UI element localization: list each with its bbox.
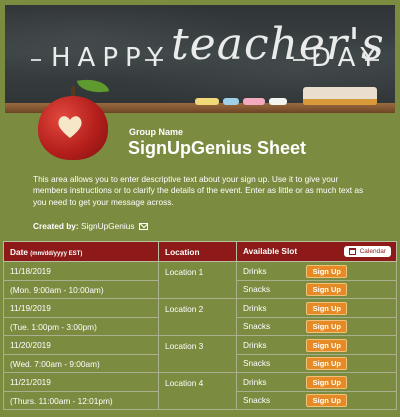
slot-cell: Drinks Sign Up bbox=[236, 372, 397, 392]
date-cell: 11/21/2019 bbox=[3, 372, 159, 392]
chalk-yellow bbox=[195, 98, 219, 105]
slot-name: Snacks bbox=[243, 358, 271, 368]
header-date-label: Date bbox=[10, 246, 28, 257]
header-slot: Available Slot Calendar bbox=[236, 241, 397, 262]
signup-button[interactable]: Sign Up bbox=[306, 264, 348, 278]
table-header-row: Date (mm/dd/yyyy EST) Location Available… bbox=[3, 241, 397, 262]
table-row: 11/21/2019 Location 4 Drinks Sign Up bbox=[3, 372, 397, 410]
heart-icon bbox=[58, 116, 82, 138]
group-name: Group Name bbox=[129, 127, 184, 137]
calendar-icon bbox=[348, 248, 356, 255]
date-cell: 11/19/2019 bbox=[3, 298, 159, 318]
chalk-pink bbox=[243, 98, 265, 105]
mail-icon[interactable] bbox=[138, 223, 148, 230]
signup-button[interactable]: Sign Up bbox=[306, 394, 348, 407]
slot-cell: Drinks Sign Up bbox=[236, 298, 397, 318]
sheet-title: SignUpGenius Sheet bbox=[128, 138, 307, 158]
calendar-button[interactable]: Calendar bbox=[343, 246, 391, 257]
header-location: Location bbox=[158, 241, 237, 262]
time-cell: (Mon. 9:00am - 10:00am) bbox=[3, 280, 159, 299]
time-cell: (Thurs. 11:00am - 12:01pm) bbox=[3, 391, 159, 410]
banner-word-day: DAY bbox=[311, 43, 384, 73]
slot-cell: Snacks Sign Up bbox=[236, 354, 397, 373]
slot-cell: Snacks Sign Up bbox=[236, 391, 397, 410]
time-cell: (Wed. 7:00am - 9:00am) bbox=[3, 354, 159, 373]
slot-name: Drinks bbox=[243, 339, 267, 350]
slot-name: Drinks bbox=[243, 302, 267, 313]
header-slot-label: Available Slot bbox=[243, 246, 298, 256]
table-row: 11/19/2019 Location 2 Drinks Sign Up bbox=[3, 298, 397, 336]
signup-button[interactable]: Sign Up bbox=[306, 283, 348, 296]
apple-heart-icon bbox=[38, 75, 110, 162]
calendar-label: Calendar bbox=[359, 248, 386, 255]
table-row: 11/18/2019 Location 1 Drinks Sign Up bbox=[3, 261, 397, 299]
slot-name: Drinks bbox=[243, 376, 267, 387]
created-by: Created by: SignUpGenius bbox=[33, 221, 148, 231]
time-cell: (Tue. 1:00pm - 3:00pm) bbox=[3, 317, 159, 336]
slot-name: Drinks bbox=[243, 265, 267, 276]
slot-cell: Snacks Sign Up bbox=[236, 280, 397, 299]
location-cell: Location 4 bbox=[158, 372, 237, 410]
date-cell: 11/18/2019 bbox=[3, 261, 159, 281]
eraser bbox=[303, 87, 377, 105]
table-row: 11/20/2019 Location 3 Drinks Sign Up bbox=[3, 335, 397, 373]
signup-button[interactable]: Sign Up bbox=[306, 375, 348, 389]
location-cell: Location 1 bbox=[158, 261, 237, 299]
slot-cell: Snacks Sign Up bbox=[236, 317, 397, 336]
chalk-dash bbox=[31, 59, 41, 61]
slot-name: Snacks bbox=[243, 395, 271, 405]
signup-button[interactable]: Sign Up bbox=[306, 357, 348, 370]
header-date-format: (mm/dd/yyyy EST) bbox=[30, 250, 83, 257]
banner-word-happy: HAPPY bbox=[51, 43, 171, 73]
chalk-white bbox=[269, 98, 287, 105]
date-cell: 11/20/2019 bbox=[3, 335, 159, 355]
chalk-dash bbox=[365, 59, 379, 61]
signup-table: Date (mm/dd/yyyy EST) Location Available… bbox=[3, 241, 397, 410]
slot-name: Snacks bbox=[243, 284, 271, 294]
slot-cell: Drinks Sign Up bbox=[236, 261, 397, 281]
signup-button[interactable]: Sign Up bbox=[306, 320, 348, 333]
chalk-blue bbox=[223, 98, 239, 105]
creator-name: SignUpGenius bbox=[80, 221, 135, 231]
slot-name: Snacks bbox=[243, 321, 271, 331]
chalk-dash bbox=[145, 59, 163, 61]
sheet-description: This area allows you to enter descriptiv… bbox=[33, 174, 364, 207]
created-by-label: Created by: bbox=[33, 221, 79, 231]
signup-button[interactable]: Sign Up bbox=[306, 338, 348, 352]
slot-cell: Drinks Sign Up bbox=[236, 335, 397, 355]
header-date: Date (mm/dd/yyyy EST) bbox=[3, 241, 159, 262]
signup-button[interactable]: Sign Up bbox=[306, 301, 348, 315]
location-cell: Location 3 bbox=[158, 335, 237, 373]
chalk-dash bbox=[293, 59, 305, 61]
location-cell: Location 2 bbox=[158, 298, 237, 336]
